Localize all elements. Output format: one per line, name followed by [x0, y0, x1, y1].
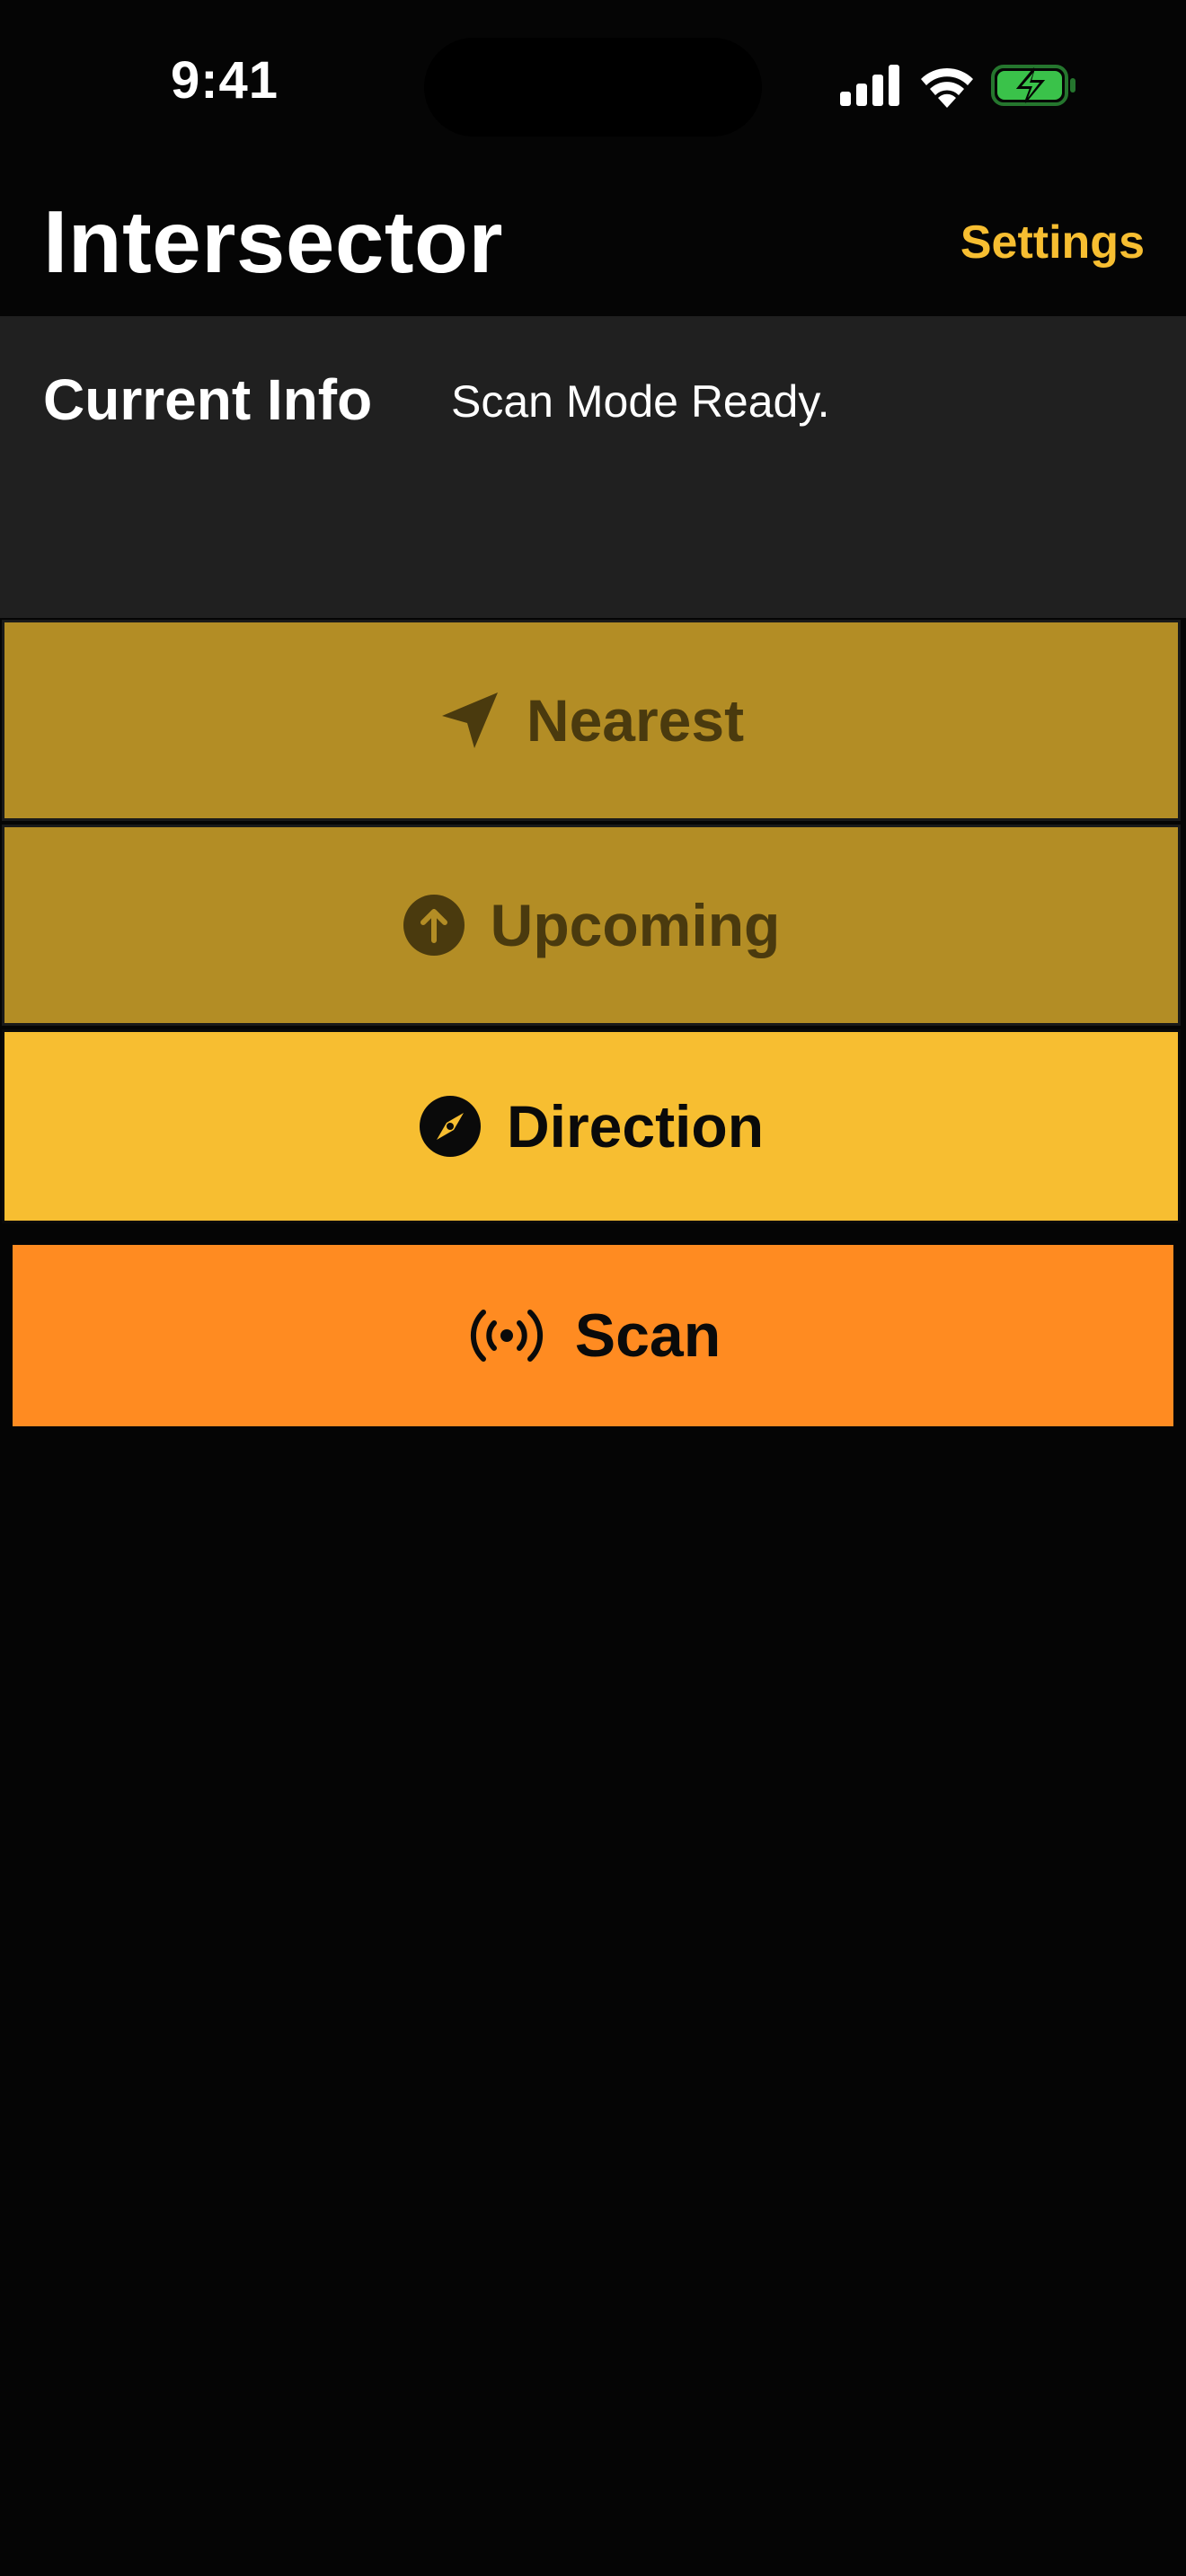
cellular-signal-icon: [840, 65, 901, 106]
dynamic-island: [424, 38, 762, 137]
nearest-button[interactable]: Nearest: [2, 620, 1181, 821]
page-title: Intersector: [43, 192, 504, 291]
scan-label: Scan: [574, 1301, 721, 1370]
compass-icon: [419, 1095, 482, 1158]
navigation-header: Intersector Settings: [0, 171, 1186, 316]
current-info-label: Current Info: [43, 367, 373, 432]
settings-button[interactable]: Settings: [960, 216, 1145, 269]
nearest-label: Nearest: [526, 687, 745, 754]
upcoming-button[interactable]: Upcoming: [2, 825, 1181, 1026]
location-arrow-icon: [438, 689, 501, 752]
current-info-panel: Current Info Scan Mode Ready.: [0, 316, 1186, 618]
status-time: 9:41: [170, 51, 279, 110]
upcoming-label: Upcoming: [490, 892, 781, 958]
wifi-icon: [918, 63, 976, 108]
broadcast-waves-icon: [465, 1307, 548, 1364]
current-info-status: Scan Mode Ready.: [451, 376, 830, 427]
status-bar: 9:41: [0, 0, 1186, 171]
scan-button[interactable]: Scan: [13, 1245, 1173, 1426]
direction-button[interactable]: Direction: [2, 1029, 1181, 1223]
battery-charging-icon: [991, 63, 1077, 108]
direction-label: Direction: [506, 1093, 765, 1160]
arrow-up-circle-icon: [403, 894, 465, 957]
